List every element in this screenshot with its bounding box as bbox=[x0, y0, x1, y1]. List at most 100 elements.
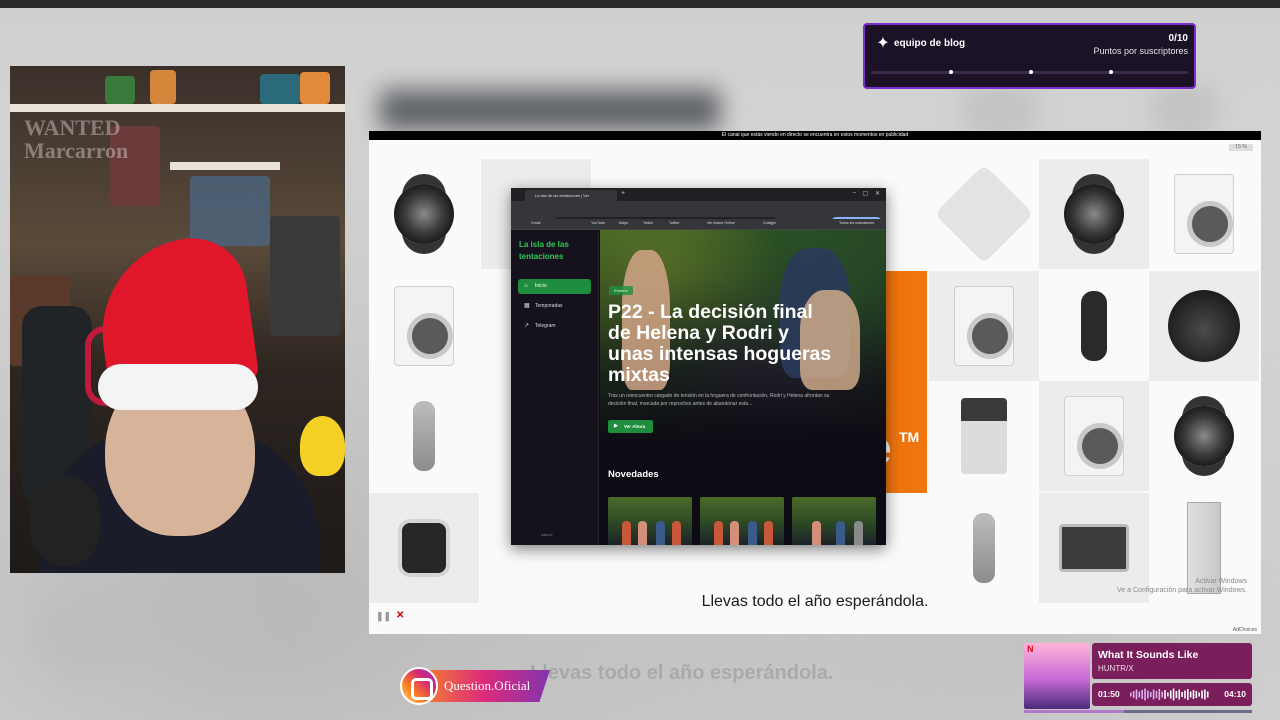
track-info: What It Sounds Like HUNTR/X bbox=[1092, 643, 1252, 679]
ad-notice: El canal que estás viendo en directo se … bbox=[369, 131, 1261, 140]
new-tab-icon[interactable]: + bbox=[621, 190, 625, 197]
episode-thumbnail[interactable] bbox=[608, 497, 692, 545]
waveform-bar bbox=[1204, 689, 1206, 700]
external-link-icon: ↗ bbox=[524, 323, 530, 329]
bookmark-item[interactable]: Ver Anime Online bbox=[707, 221, 735, 225]
maximize-icon[interactable]: ▢ bbox=[862, 190, 868, 197]
product-tile bbox=[369, 159, 479, 269]
watch-now-label: Ver Ahora bbox=[624, 424, 646, 429]
goal-name: equipo de blog bbox=[894, 38, 966, 49]
product-tile bbox=[1039, 381, 1149, 491]
watch-now-button[interactable]: ▶ Ver Ahora bbox=[608, 420, 653, 433]
waveform-bar bbox=[1144, 688, 1146, 701]
wall-sign: WANTED Marcarron bbox=[24, 115, 129, 164]
shelf bbox=[170, 162, 280, 170]
nav-item-inicio[interactable]: ⌂ Inicio bbox=[518, 279, 591, 294]
coffee-machine bbox=[961, 398, 1007, 474]
waveform-bar bbox=[1184, 690, 1186, 699]
shelf bbox=[10, 104, 345, 112]
plush-toy bbox=[300, 416, 345, 476]
bookmark-item[interactable]: YouTube bbox=[591, 221, 605, 225]
site-content: Estreno P22 - La decisión final de Helen… bbox=[600, 230, 886, 545]
waveform-bar bbox=[1172, 688, 1175, 701]
figure bbox=[105, 76, 135, 104]
watermark-line: Activar Windows bbox=[1195, 578, 1247, 585]
section-title: Novedades bbox=[608, 469, 659, 480]
hero-banner: Estreno P22 - La decisión final de Helen… bbox=[600, 230, 886, 445]
subscriber-goal-widget: ✦ equipo de blog 0/10 Puntos por suscrip… bbox=[863, 23, 1196, 89]
product-tile bbox=[369, 271, 479, 381]
ad-choices-label[interactable]: AdChoices bbox=[1233, 627, 1257, 633]
bookmark-item[interactable]: Chatgpt bbox=[763, 221, 776, 225]
episode-thumbnail[interactable] bbox=[700, 497, 784, 545]
hero-title: P22 - La decisión final de Helena y Rodr… bbox=[608, 301, 832, 386]
nav-item-label: Inicio bbox=[535, 283, 547, 289]
waveform-icon bbox=[1130, 688, 1209, 701]
nav-item-temporadas[interactable]: ▦ Temporadas bbox=[518, 299, 591, 314]
close-icon[interactable]: ✕ bbox=[396, 610, 404, 621]
bookmark-item[interactable]: Maps bbox=[619, 221, 628, 225]
product-tile bbox=[1149, 271, 1259, 381]
washing-machine bbox=[1064, 396, 1124, 476]
goal-subtitle: Puntos por suscriptores bbox=[1093, 46, 1188, 56]
smartwatch bbox=[1174, 406, 1234, 466]
blurred-background-shape bbox=[30, 590, 140, 680]
home-icon: ⌂ bbox=[524, 283, 528, 289]
microphone bbox=[30, 476, 100, 566]
site-sidebar: La isla de las tentaciones ⌂ Inicio ▦ Te… bbox=[511, 230, 599, 545]
bookmark-item[interactable]: Twitch bbox=[643, 221, 653, 225]
goal-milestone bbox=[949, 70, 953, 74]
santa-hat-band bbox=[98, 364, 258, 410]
waveform-bar bbox=[1198, 692, 1200, 697]
product-tile bbox=[369, 493, 479, 603]
site-footer: laisla.tv bbox=[541, 533, 553, 537]
waveform-bar bbox=[1141, 690, 1143, 699]
nav-item-label: Temporadas bbox=[535, 303, 563, 309]
window-close-icon[interactable]: ✕ bbox=[875, 190, 880, 197]
brand-trademark: TM bbox=[899, 429, 920, 445]
browser-tab[interactable]: La isla de las tentaciones | Ver bbox=[525, 190, 617, 201]
bookmark-item[interactable]: Todos los marcadores bbox=[839, 221, 874, 225]
watermark-line: Ve a Configuración para activar Windows. bbox=[1117, 587, 1247, 595]
thumbnail-figure bbox=[836, 521, 845, 545]
waveform-bar bbox=[1152, 689, 1155, 700]
thumbnail-figure bbox=[622, 521, 631, 545]
waveform-bar bbox=[1192, 690, 1195, 699]
waveform-bar bbox=[1138, 691, 1141, 698]
product-tile bbox=[929, 493, 1039, 603]
hero-description: Tras un reencuentro cargado de tensión e… bbox=[608, 393, 830, 407]
star-icon: ✦ bbox=[876, 35, 890, 52]
browser-window: La isla de las tentaciones | Ver + – ▢ ✕… bbox=[511, 188, 886, 545]
nav-item-telegram[interactable]: ↗ Telegram bbox=[518, 319, 591, 334]
episode-thumbnail[interactable] bbox=[792, 497, 876, 545]
site-title[interactable]: La isla de las tentaciones bbox=[519, 239, 589, 262]
nav-item-label: Telegram bbox=[535, 323, 556, 329]
bookmarks-bar: Gmail YouTube Maps Twitch Twitter Ver An… bbox=[511, 219, 886, 230]
waveform-bar bbox=[1167, 692, 1169, 697]
track-progress-fill bbox=[1024, 710, 1125, 713]
bookmark-item[interactable]: Twitter bbox=[669, 221, 680, 225]
tab-strip: La isla de las tentaciones | Ver + – ▢ ✕ bbox=[511, 188, 886, 201]
waveform-bar bbox=[1155, 691, 1158, 698]
washing-machine bbox=[394, 286, 454, 366]
stream-layout: WANTED Marcarron ✦ equipo de blog 0/10 Pu… bbox=[0, 0, 1280, 720]
figure bbox=[300, 72, 330, 104]
tablet bbox=[1059, 524, 1129, 572]
bookmark-item[interactable]: Gmail bbox=[531, 221, 540, 225]
netflix-logo-icon: N bbox=[1027, 644, 1034, 654]
calendar-icon: ▦ bbox=[524, 303, 530, 309]
smartwatch bbox=[1064, 184, 1124, 244]
thumbnail-figure bbox=[714, 521, 723, 545]
ad-percent: 15 % bbox=[1229, 144, 1253, 151]
waveform-bar bbox=[1187, 689, 1189, 700]
waveform-bar bbox=[1161, 691, 1163, 698]
waveform-bar bbox=[1158, 689, 1161, 700]
display-case bbox=[190, 176, 270, 246]
minimize-icon[interactable]: – bbox=[853, 190, 856, 196]
hair-dryer bbox=[973, 513, 995, 583]
thumbnail-figure bbox=[812, 521, 821, 545]
square-smartwatch bbox=[398, 519, 450, 577]
pause-icon[interactable]: ❚❚ bbox=[376, 611, 391, 622]
blurred-background-shape bbox=[180, 580, 270, 670]
waveform-bar bbox=[1130, 692, 1132, 697]
